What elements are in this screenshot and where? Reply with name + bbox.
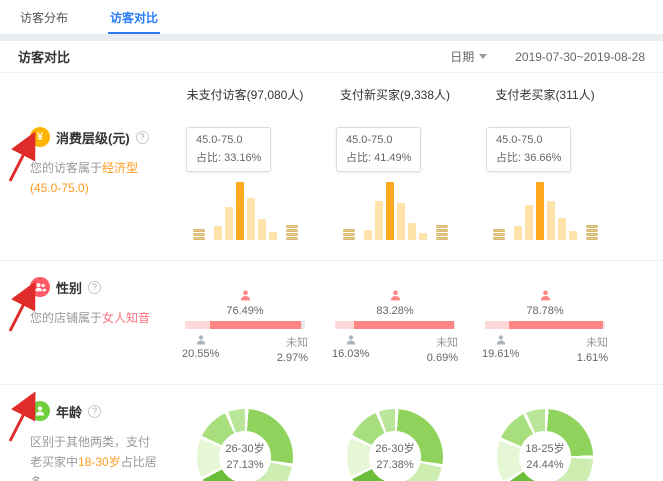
coins-low-icon: [493, 229, 505, 240]
female-percent: 83.28%: [376, 305, 413, 317]
column-header-returning-buyers: 支付老买家(311人): [470, 86, 620, 103]
male-percent: 19.61%: [482, 348, 519, 360]
column-header-row: 未支付访客(97,080人) 支付新买家(9,338人) 支付老买家(311人): [0, 73, 663, 111]
section-consumption: ¥ 消费层级(元) ? 您的访客属于经济型(45.0-75.0) 45.0-75…: [0, 111, 663, 260]
unknown-percent: 1.61%: [577, 352, 608, 364]
consumption-chart-unpaid[interactable]: 45.0-75.0 占比: 33.16%: [170, 127, 320, 240]
chart-tooltip: 45.0-75.0 占比: 36.66%: [486, 127, 571, 172]
date-range[interactable]: 2019-07-30~2019-08-28: [515, 50, 645, 64]
tab-visitor-comparison[interactable]: 访客对比: [110, 0, 158, 34]
donut-chart[interactable]: 26-30岁 27.13%: [197, 409, 293, 481]
annotation-arrow: [3, 392, 41, 446]
gender-bar[interactable]: [185, 321, 305, 329]
gender-desc: 您的店铺属于女人知音: [30, 309, 160, 329]
female-icon: [539, 289, 552, 302]
annotation-arrow: [3, 282, 41, 336]
unknown-label: 未知: [586, 334, 608, 350]
donut-chart[interactable]: 18-25岁 24.44%: [497, 409, 593, 481]
donut-chart[interactable]: 26-30岁 27.38%: [347, 409, 443, 481]
gender-title: 性别: [56, 278, 82, 297]
male-icon: [495, 334, 507, 346]
analytics-screen: 访客分布 访客对比 访客对比 日期 2019-07-30~2019-08-28 …: [0, 0, 663, 481]
bar-chart[interactable]: [364, 182, 427, 240]
coins-low-icon: [343, 229, 355, 240]
section-gender: 性别 ? 您的店铺属于女人知音 76.49% 20.55% 未知: [0, 260, 663, 384]
age-desc-highlight: 18-30岁: [78, 455, 121, 469]
tab-bar: 访客分布 访客对比: [0, 0, 663, 35]
male-icon: [345, 334, 357, 346]
age-title: 年龄: [56, 402, 82, 421]
age-chart-unpaid[interactable]: 26-30岁 27.13%: [170, 401, 320, 481]
male-percent: 20.55%: [182, 348, 219, 360]
gender-chart-new-buyers[interactable]: 83.28% 16.03% 未知 0.69%: [320, 277, 470, 364]
date-dropdown[interactable]: 日期: [450, 48, 487, 65]
tab-visitor-distribution[interactable]: 访客分布: [20, 0, 68, 34]
section-age: 年龄 ? 区别于其他两类，支付老买家中18-30岁占比居多 26-30岁 27.…: [0, 384, 663, 481]
female-icon: [389, 289, 402, 302]
age-chart-returning-buyers[interactable]: 18-25岁 24.44%: [470, 401, 620, 481]
gender-desc-highlight: 女人知音: [102, 311, 150, 325]
donut-center-label: 26-30岁 27.38%: [369, 431, 421, 481]
coins-high-icon: [286, 225, 298, 240]
male-icon: [195, 334, 207, 346]
column-header-unpaid-visitors: 未支付访客(97,080人): [170, 86, 320, 103]
unknown-percent: 0.69%: [427, 352, 458, 364]
age-chart-new-buyers[interactable]: 26-30岁 27.38%: [320, 401, 470, 481]
help-icon[interactable]: ?: [136, 131, 149, 144]
card-header: 访客对比 日期 2019-07-30~2019-08-28: [0, 41, 663, 73]
coins-high-icon: [586, 225, 598, 240]
donut-center-label: 18-25岁 24.44%: [519, 431, 571, 481]
date-dropdown-label: 日期: [450, 48, 474, 65]
bar-chart[interactable]: [514, 182, 577, 240]
chart-tooltip: 45.0-75.0 占比: 33.16%: [186, 127, 271, 172]
female-percent: 76.49%: [226, 305, 263, 317]
gender-bar[interactable]: [335, 321, 455, 329]
help-icon[interactable]: ?: [88, 405, 101, 418]
gender-chart-returning-buyers[interactable]: 78.78% 19.61% 未知 1.61%: [470, 277, 620, 364]
unknown-label: 未知: [286, 334, 308, 350]
annotation-arrow: [3, 132, 41, 186]
visitor-comparison-card: 访客对比 日期 2019-07-30~2019-08-28 未支付访客(97,0…: [0, 41, 663, 481]
page-title: 访客对比: [18, 47, 70, 66]
coins-low-icon: [193, 229, 205, 240]
chart-tooltip: 45.0-75.0 占比: 41.49%: [336, 127, 421, 172]
help-icon[interactable]: ?: [88, 281, 101, 294]
column-header-new-buyers: 支付新买家(9,338人): [320, 86, 470, 103]
male-percent: 16.03%: [332, 348, 369, 360]
gender-chart-unpaid[interactable]: 76.49% 20.55% 未知 2.97%: [170, 277, 320, 364]
consumption-title: 消费层级(元): [56, 128, 130, 147]
female-percent: 78.78%: [526, 305, 563, 317]
chevron-down-icon: [479, 54, 487, 59]
consumption-chart-returning-buyers[interactable]: 45.0-75.0 占比: 36.66%: [470, 127, 620, 240]
age-desc: 区别于其他两类，支付老买家中18-30岁占比居多: [30, 433, 160, 481]
coins-high-icon: [436, 225, 448, 240]
female-icon: [239, 289, 252, 302]
consumption-chart-new-buyers[interactable]: 45.0-75.0 占比: 41.49%: [320, 127, 470, 240]
unknown-label: 未知: [436, 334, 458, 350]
gender-bar[interactable]: [485, 321, 605, 329]
unknown-percent: 2.97%: [277, 352, 308, 364]
consumption-desc: 您的访客属于经济型(45.0-75.0): [30, 159, 160, 199]
bar-chart[interactable]: [214, 182, 277, 240]
donut-center-label: 26-30岁 27.13%: [219, 431, 271, 481]
